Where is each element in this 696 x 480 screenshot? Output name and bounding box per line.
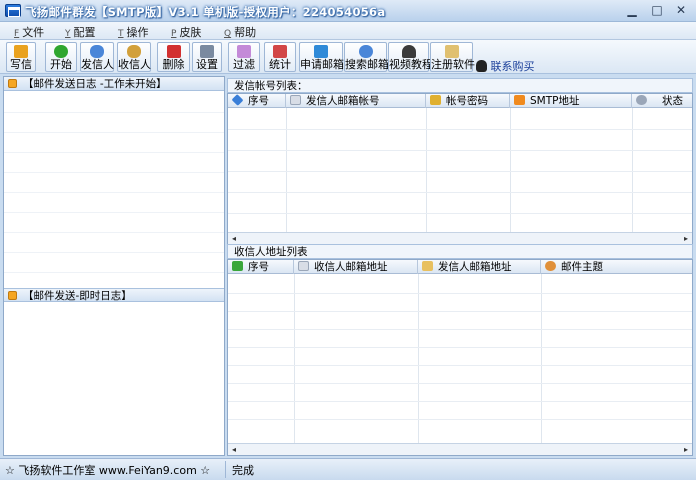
bar-chart-icon [273, 45, 287, 58]
menu-help[interactable]: Q 帮助 [224, 24, 256, 39]
person-icon [545, 261, 556, 271]
envelope-icon [290, 95, 301, 105]
log-icon [8, 291, 17, 300]
menu-operate[interactable]: T 操作 [118, 24, 149, 39]
diamond-icon [231, 94, 244, 106]
window-title: 飞扬邮件群发【SMTP版】V3.1 单机版-授权用户：224054056a [25, 5, 386, 19]
menu-skin[interactable]: P 皮肤 [171, 24, 201, 39]
sender-button[interactable]: 发信人 [80, 42, 114, 72]
headphones-icon [401, 45, 416, 58]
col-status[interactable]: 状态 [632, 94, 692, 108]
delete-button[interactable]: 删除 [157, 42, 190, 72]
receiver-list-title: 收信人地址列表 [227, 244, 693, 259]
list-icon [232, 261, 243, 271]
company-info: ☆ 飞扬软件工作室 www.FeiYan9.com ☆ [5, 464, 211, 477]
title-bar: 飞扬邮件群发【SMTP版】V3.1 单机版-授权用户：224054056a ▁ … [0, 0, 696, 22]
status-text: 完成 [232, 464, 254, 477]
write-button[interactable]: 写信 [6, 42, 36, 72]
send-log-header: 【邮件发送日志 -工作未开始】 [4, 77, 224, 91]
toolbar: 写信 开始 发信人 收信人 删除 设置 过滤 统计 申请邮箱 搜索邮箱 视频教程 [0, 40, 696, 74]
stats-button[interactable]: 统计 [264, 42, 296, 72]
apply-mailbox-button[interactable]: 申请邮箱 [299, 42, 344, 72]
scroll-left-arrow[interactable]: ◂ [228, 233, 240, 244]
video-tutorial-button[interactable]: 视频教程 [388, 42, 433, 72]
maximize-button[interactable]: □ [646, 3, 668, 18]
menu-file[interactable]: F 文件 [14, 24, 44, 39]
buy-link[interactable]: 联系购买 [474, 57, 536, 73]
settings-button[interactable]: 设置 [192, 42, 222, 72]
col-smtp[interactable]: SMTP地址 [510, 94, 632, 108]
receiver-button[interactable]: 收信人 [117, 42, 151, 72]
close-button[interactable]: ✕ [670, 3, 692, 18]
log-icon [8, 79, 17, 88]
col-sender-address[interactable]: 发信人邮箱地址 [418, 260, 541, 274]
status-bar: ☆ 飞扬软件工作室 www.FeiYan9.com ☆ 完成 [0, 458, 696, 480]
gear-icon [636, 95, 647, 105]
qq-penguin-icon [475, 60, 487, 72]
col-password[interactable]: 帐号密码 [426, 94, 510, 108]
rss-icon [514, 95, 525, 105]
status-divider [225, 461, 226, 478]
delete-x-icon [166, 45, 181, 58]
filter-button[interactable]: 过滤 [228, 42, 260, 72]
minimize-button[interactable]: ▁ [621, 3, 643, 18]
play-icon [54, 45, 68, 58]
sender-account-table[interactable]: 序号 发信人邮箱帐号 帐号密码 SMTP地址 状态 ◂ ▸ [227, 93, 693, 245]
col-index[interactable]: 序号 [228, 94, 286, 108]
app-logo-icon [5, 4, 21, 17]
col-receiver-address[interactable]: 收信人邮箱地址 [294, 260, 418, 274]
lock-icon [430, 95, 441, 105]
user-icon [127, 45, 141, 58]
sender-table-hscrollbar[interactable]: ◂ ▸ [228, 232, 692, 244]
table-header: 序号 发信人邮箱帐号 帐号密码 SMTP地址 状态 [228, 94, 692, 108]
pencil-icon [14, 45, 28, 58]
right-pane: 发信帐号列表： 序号 发信人邮箱帐号 帐号密码 SMTP地址 状态 ◂ ▸ 收信… [227, 76, 693, 456]
document-icon [422, 261, 433, 271]
scroll-left-arrow[interactable]: ◂ [228, 444, 240, 455]
upload-mail-icon [314, 45, 328, 58]
menu-config[interactable]: Y 配置 [65, 24, 96, 39]
sender-list-title: 发信帐号列表： [227, 78, 693, 93]
register-button[interactable]: 注册软件 [430, 42, 475, 72]
live-log-header: 【邮件发送-即时日志】 [4, 288, 224, 302]
scroll-right-arrow[interactable]: ▸ [680, 233, 692, 244]
col-subject[interactable]: 邮件主题 [541, 260, 692, 274]
scroll-right-arrow[interactable]: ▸ [680, 444, 692, 455]
wrench-icon [200, 45, 214, 58]
menu-bar: F 文件 Y 配置 T 操作 P 皮肤 Q 帮助 [0, 22, 696, 40]
start-button[interactable]: 开始 [45, 42, 77, 72]
send-log-list[interactable] [4, 92, 224, 288]
register-icon [444, 45, 459, 58]
col-sender-account[interactable]: 发信人邮箱帐号 [286, 94, 426, 108]
receiver-table-hscrollbar[interactable]: ◂ ▸ [228, 443, 692, 455]
users-icon [90, 45, 104, 58]
col-index[interactable]: 序号 [228, 260, 294, 274]
search-icon [358, 45, 373, 58]
live-log-area[interactable] [4, 303, 224, 455]
left-log-pane: 【邮件发送日志 -工作未开始】 【邮件发送-即时日志】 [3, 76, 225, 456]
receiver-address-table[interactable]: 序号 收信人邮箱地址 发信人邮箱地址 邮件主题 ◂ ▸ [227, 259, 693, 456]
envelope-icon [298, 261, 309, 271]
filter-icon [237, 45, 251, 58]
search-mailbox-button[interactable]: 搜索邮箱 [344, 42, 389, 72]
table-header: 序号 收信人邮箱地址 发信人邮箱地址 邮件主题 [228, 260, 692, 274]
